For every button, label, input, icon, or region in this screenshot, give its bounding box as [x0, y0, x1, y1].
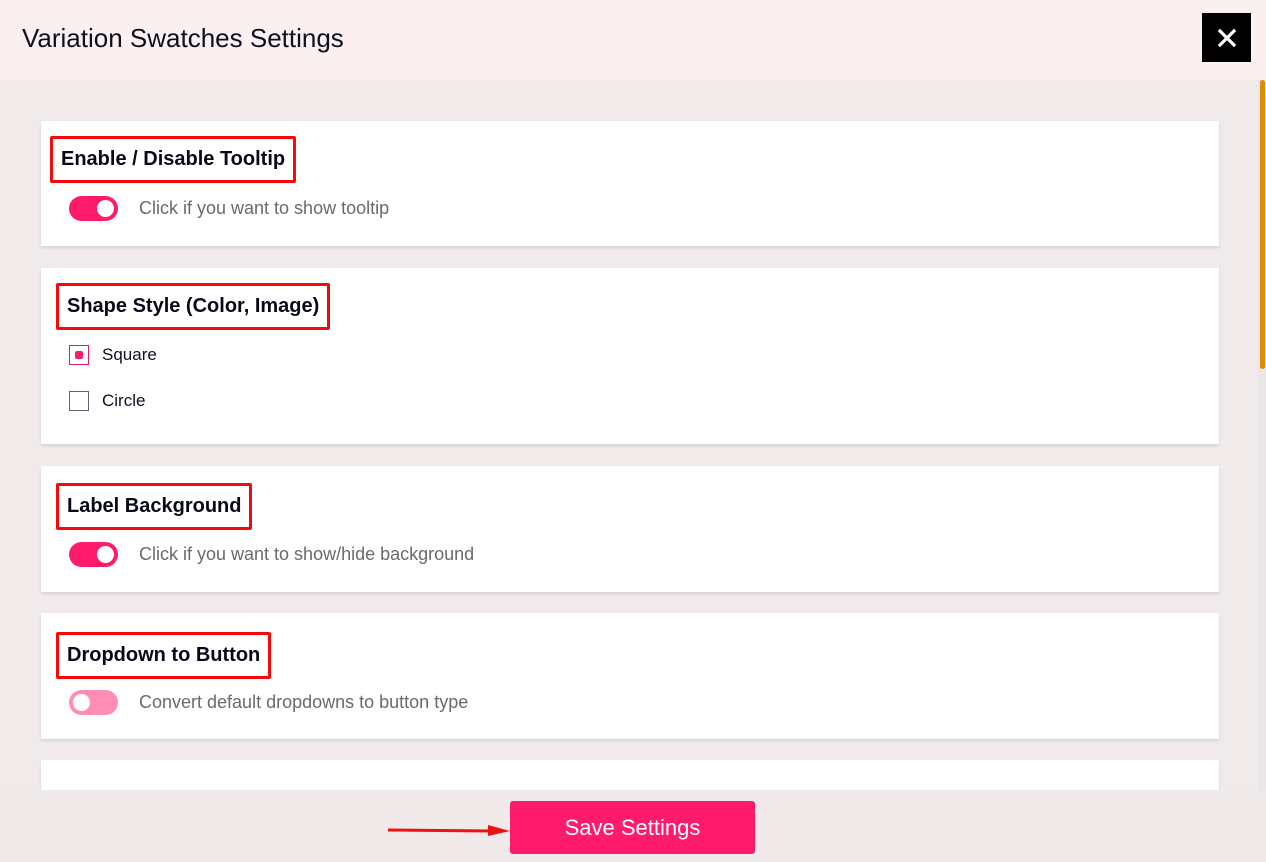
toggle-knob: [97, 200, 114, 217]
label-background-toggle[interactable]: [69, 542, 118, 567]
shape-option-square[interactable]: Square: [69, 345, 157, 365]
scrollbar-thumb[interactable]: [1260, 80, 1265, 369]
label-background-toggle-row: Click if you want to show/hide backgroun…: [69, 542, 474, 567]
label-background-title-highlight: Label Background: [56, 483, 253, 530]
shape-option-circle[interactable]: Circle: [69, 391, 145, 411]
tooltip-title: Enable / Disable Tooltip: [61, 148, 286, 170]
tooltip-card: Enable / Disable Tooltip Click if you wa…: [41, 121, 1219, 246]
save-settings-button[interactable]: Save Settings: [510, 801, 755, 854]
label-background-title: Label Background: [67, 495, 242, 517]
dialog-footer: Save Settings: [0, 790, 1266, 862]
tooltip-toggle[interactable]: [69, 196, 118, 221]
shape-style-title-highlight: Shape Style (Color, Image): [56, 283, 331, 330]
dialog-title: Variation Swatches Settings: [22, 23, 344, 53]
tooltip-description: Click if you want to show tooltip: [139, 198, 390, 218]
dropdown-to-button-toggle-row: Convert default dropdowns to button type: [69, 690, 468, 715]
close-button[interactable]: [1202, 13, 1251, 62]
circle-checkbox[interactable]: [69, 391, 89, 411]
dialog-header: Variation Swatches Settings: [0, 0, 1266, 80]
square-label: Square: [102, 345, 157, 364]
dropdown-to-button-toggle[interactable]: [69, 690, 118, 715]
next-section-card: [41, 760, 1219, 790]
toggle-knob: [73, 694, 90, 711]
checked-indicator-icon: [75, 351, 83, 359]
shape-style-card: Shape Style (Color, Image) Square Circle: [41, 268, 1219, 444]
arrow-right-icon: [388, 825, 510, 836]
tooltip-title-highlight: Enable / Disable Tooltip: [50, 136, 297, 183]
circle-label: Circle: [102, 391, 146, 410]
dropdown-to-button-description: Convert default dropdowns to button type: [139, 692, 469, 712]
label-background-card: Label Background Click if you want to sh…: [41, 466, 1219, 592]
dropdown-to-button-title-highlight: Dropdown to Button: [56, 632, 272, 679]
dropdown-to-button-card: Dropdown to Button Convert default dropd…: [41, 613, 1219, 739]
close-icon: [1217, 28, 1236, 47]
dropdown-to-button-title: Dropdown to Button: [67, 644, 261, 666]
tooltip-toggle-row: Click if you want to show tooltip: [69, 196, 389, 221]
square-checkbox[interactable]: [69, 345, 89, 365]
label-background-description: Click if you want to show/hide backgroun…: [139, 544, 475, 564]
shape-style-title: Shape Style (Color, Image): [67, 295, 320, 317]
settings-body: Enable / Disable Tooltip Click if you wa…: [0, 80, 1266, 790]
toggle-knob: [97, 546, 114, 563]
